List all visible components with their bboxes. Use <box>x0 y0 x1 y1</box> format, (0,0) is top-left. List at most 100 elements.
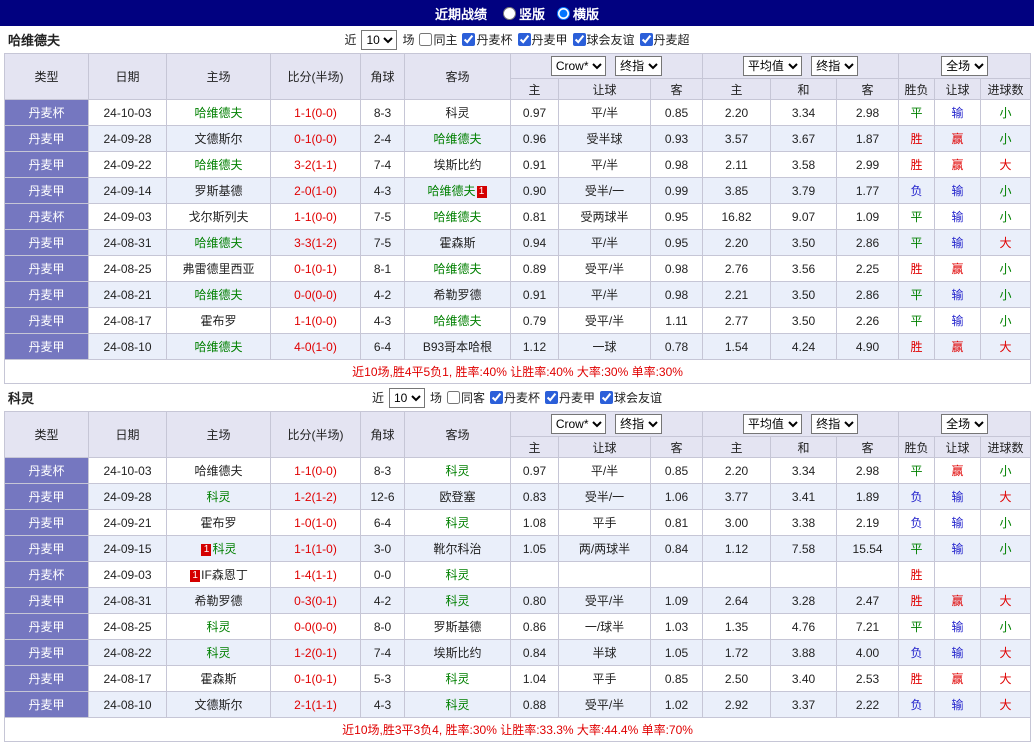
team-link[interactable]: 科灵 <box>445 672 469 686</box>
team-link[interactable]: 科灵 <box>212 542 236 556</box>
home-team-cell: 哈维德夫 <box>166 229 271 256</box>
goals-result-cell: 小 <box>980 535 1032 562</box>
scope-select[interactable]: 全场 <box>941 414 989 434</box>
team-link[interactable]: 罗斯基德 <box>433 620 481 634</box>
team-link[interactable]: 埃斯比约 <box>433 158 481 172</box>
league-filter[interactable]: 丹麦杯 <box>462 31 513 48</box>
avg-away-odds-cell: 1.77 <box>836 177 900 204</box>
table-row: 丹麦甲 24-08-31 希勒罗德 0-3(0-1) 4-2 科灵 0.80 受平/半 1.09… <box>4 587 1032 614</box>
team-link[interactable]: 哈维德夫 <box>194 288 242 302</box>
scope-select[interactable]: 全场 <box>941 56 989 76</box>
away-team-cell: 欧登塞 <box>404 483 511 510</box>
team-link[interactable]: 霍森斯 <box>200 672 236 686</box>
layout-radio[interactable] <box>502 6 516 20</box>
handicap-home-odds-cell: 1.04 <box>510 665 559 692</box>
league-filter[interactable]: 丹麦超 <box>639 31 690 48</box>
avg-stage-select[interactable]: 终指 <box>811 56 859 76</box>
layout-option[interactable]: 横版 <box>557 4 599 23</box>
handicap-line-cell: 半球 <box>558 639 651 666</box>
team-link[interactable]: 科灵 <box>445 106 469 120</box>
league-filter[interactable]: 球会友谊 <box>600 389 662 406</box>
avg-home-odds-cell: 2.50 <box>702 665 772 692</box>
team-link[interactable]: 霍布罗 <box>200 516 236 530</box>
team-link[interactable]: B93哥本哈根 <box>423 340 492 354</box>
team-link[interactable]: IF森恩丁 <box>201 568 248 582</box>
same-venue-checkbox[interactable] <box>419 33 433 46</box>
team-link[interactable]: 哈维德夫 <box>433 132 481 146</box>
result-cell: 胜 <box>898 333 936 360</box>
league-checkbox[interactable] <box>545 391 559 404</box>
team-link[interactable]: 希勒罗德 <box>194 594 242 608</box>
team-link[interactable]: 罗斯基德 <box>194 184 242 198</box>
league-checkbox[interactable] <box>517 33 531 46</box>
team-link[interactable]: 靴尔科治 <box>433 542 481 556</box>
team-link[interactable]: 哈维德夫 <box>427 184 475 198</box>
result-cell: 胜 <box>898 151 936 178</box>
match-count-select[interactable]: 10 <box>388 387 425 408</box>
team-link[interactable]: 科灵 <box>445 516 469 530</box>
team-link[interactable]: 哈维德夫 <box>433 210 481 224</box>
team-link[interactable]: 哈维德夫 <box>194 158 242 172</box>
match-count-select[interactable]: 10 <box>361 29 398 50</box>
same-venue-filter[interactable]: 同客 <box>446 389 485 406</box>
goals-result-cell <box>980 561 1032 588</box>
team-link[interactable]: 哈维德夫 <box>433 314 481 328</box>
league-checkbox[interactable] <box>600 391 614 404</box>
same-venue-checkbox[interactable] <box>446 391 460 404</box>
league-cell: 丹麦杯 <box>4 99 89 126</box>
team-link[interactable]: 哈维德夫 <box>194 106 242 120</box>
result-cell: 平 <box>898 535 936 562</box>
team-link[interactable]: 哈维德夫 <box>194 464 242 478</box>
team-link[interactable]: 科灵 <box>206 646 230 660</box>
team-link[interactable]: 希勒罗德 <box>433 288 481 302</box>
handicap-stage-select[interactable]: 终指 <box>615 56 663 76</box>
layout-radio[interactable] <box>557 6 570 20</box>
avg-home-odds-cell: 2.92 <box>702 691 772 718</box>
same-venue-filter[interactable]: 同主 <box>419 31 457 48</box>
league-checkbox[interactable] <box>490 391 503 404</box>
team-link[interactable]: 文德斯尔 <box>194 132 242 146</box>
team-link[interactable]: 文德斯尔 <box>194 698 242 712</box>
handicap-stage-select[interactable]: 终指 <box>615 414 663 434</box>
goals-result-cell: 大 <box>980 639 1032 666</box>
avg-draw-odds-cell: 7.58 <box>770 535 838 562</box>
team-link[interactable]: 霍布罗 <box>200 314 236 328</box>
team-link[interactable]: 科灵 <box>206 620 230 634</box>
avg-select[interactable]: 平均值 <box>742 414 802 434</box>
team-link[interactable]: 科灵 <box>445 464 469 478</box>
avg-select[interactable]: 平均值 <box>742 56 802 76</box>
league-checkbox[interactable] <box>462 33 476 46</box>
team-link[interactable]: 科灵 <box>206 490 230 504</box>
team-link[interactable]: 哈维德夫 <box>433 262 481 276</box>
league-cell: 丹麦甲 <box>4 177 89 204</box>
team-link[interactable]: 哈维德夫 <box>194 236 242 250</box>
bookmaker-select[interactable]: Crow* <box>550 56 606 76</box>
team-link[interactable]: 科灵 <box>445 568 469 582</box>
scope-select-cell: 全场 <box>898 53 1032 79</box>
team-link[interactable]: 哈维德夫 <box>194 340 242 354</box>
team-link[interactable]: 戈尔斯列夫 <box>188 210 248 224</box>
league-checkbox[interactable] <box>572 33 586 46</box>
team-link[interactable]: 霍森斯 <box>439 236 475 250</box>
league-filter[interactable]: 丹麦甲 <box>517 31 568 48</box>
team-link[interactable]: 埃斯比约 <box>433 646 481 660</box>
corners-cell: 7-4 <box>360 151 405 178</box>
handicap-result-cell: 输 <box>934 281 982 308</box>
bookmaker-select[interactable]: Crow* <box>550 414 606 434</box>
league-checkbox[interactable] <box>639 33 653 46</box>
summary-row: 近10场,胜4平5负1, 胜率:40% 让胜率:40% 大率:30% 单率:30… <box>3 359 1032 384</box>
team-link[interactable]: 科灵 <box>445 698 469 712</box>
team-link[interactable]: 弗雷德里西亚 <box>182 262 254 276</box>
team-link[interactable]: 科灵 <box>445 594 469 608</box>
red-card-badge: 1 <box>201 544 212 556</box>
league-filter[interactable]: 丹麦甲 <box>545 389 595 406</box>
league-filter[interactable]: 球会友谊 <box>572 31 635 48</box>
col-corner: 角球 <box>360 53 405 100</box>
avg-stage-select[interactable]: 终指 <box>811 414 859 434</box>
home-team-cell: 霍森斯 <box>166 665 271 692</box>
team-link[interactable]: 欧登塞 <box>439 490 475 504</box>
score-cell: 1-1(1-0) <box>270 535 361 562</box>
league-label: 丹麦超 <box>653 33 690 47</box>
league-filter[interactable]: 丹麦杯 <box>490 389 540 406</box>
layout-option[interactable]: 竖版 <box>502 4 545 23</box>
